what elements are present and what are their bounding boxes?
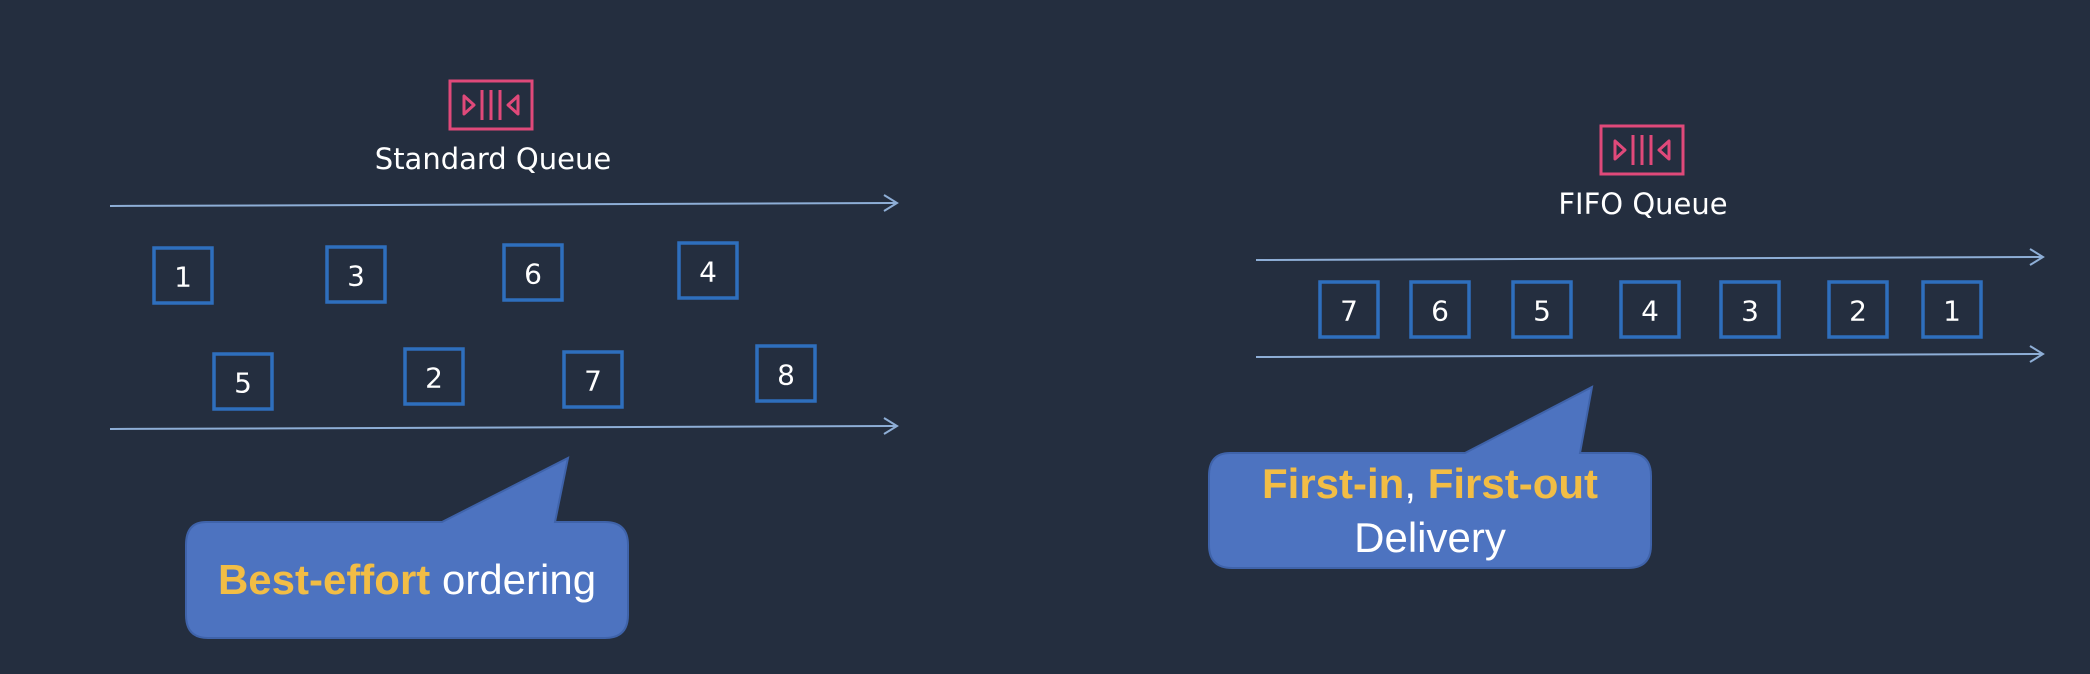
- fifo-callout-text: First-in, First-out Delivery: [1209, 457, 1651, 565]
- message-number: 6: [524, 258, 542, 291]
- best-effort-callout-text: Best-effort ordering: [186, 553, 628, 607]
- standard-message-box: 4: [677, 241, 739, 300]
- message-number: 3: [1741, 295, 1759, 328]
- standard-message-box: 2: [403, 347, 465, 406]
- message-number: 2: [1849, 295, 1867, 328]
- message-number: 5: [234, 367, 252, 400]
- fifo-callout-line1: First-in, First-out: [1209, 457, 1651, 511]
- message-number: 8: [777, 359, 795, 392]
- standard-queue-icon: [448, 79, 534, 131]
- message-number: 1: [174, 261, 192, 294]
- message-number: 7: [1340, 295, 1358, 328]
- fifo-message-box: 1: [1921, 280, 1983, 339]
- standard-queue-title: Standard Queue: [375, 142, 611, 176]
- standard-message-box: 6: [502, 243, 564, 302]
- standard-top-arrow: [109, 194, 899, 212]
- standard-message-box: 3: [325, 245, 387, 304]
- fifo-queue-icon: [1599, 124, 1685, 176]
- fifo-message-box: 2: [1827, 280, 1889, 339]
- standard-message-box: 5: [212, 352, 274, 411]
- message-number: 5: [1533, 295, 1551, 328]
- message-number: 2: [425, 362, 443, 395]
- message-number: 3: [347, 260, 365, 293]
- standard-message-box: 1: [152, 246, 214, 305]
- fifo-message-box: 6: [1409, 280, 1471, 339]
- fifo-top-arrow: [1255, 248, 2045, 266]
- fifo-message-box: 7: [1318, 280, 1380, 339]
- ordering-label: ordering: [430, 556, 597, 603]
- delivery-label: Delivery: [1354, 514, 1506, 561]
- fifo-message-box: 4: [1619, 280, 1681, 339]
- fifo-message-box: 5: [1511, 280, 1573, 339]
- standard-message-box: 7: [562, 350, 624, 409]
- message-number: 4: [1641, 295, 1659, 328]
- fifo-queue-title: FIFO Queue: [1558, 187, 1727, 221]
- fifo-message-box: 3: [1719, 280, 1781, 339]
- message-number: 4: [699, 256, 717, 289]
- standard-message-box: 8: [755, 344, 817, 403]
- comma-separator: ,: [1404, 460, 1428, 507]
- fifo-bottom-arrow: [1255, 345, 2045, 363]
- first-in-highlight: First-in: [1262, 460, 1405, 507]
- message-number: 7: [584, 365, 602, 398]
- best-effort-callout: [185, 456, 629, 639]
- message-number: 1: [1943, 295, 1961, 328]
- best-effort-highlight: Best-effort: [217, 556, 431, 603]
- message-number: 6: [1431, 295, 1449, 328]
- standard-bottom-arrow: [109, 417, 899, 435]
- first-out-highlight: First-out: [1427, 460, 1598, 507]
